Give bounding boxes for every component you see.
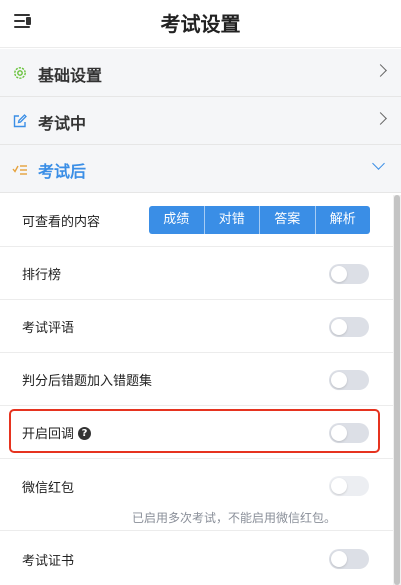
chevron-down-icon: [372, 157, 385, 170]
exam-comment-toggle[interactable]: [329, 317, 369, 337]
toggle-knob: [331, 266, 347, 282]
toggle-knob: [331, 478, 347, 494]
wechat-red-packet-note: 已启用多次考试，不能启用微信红包。: [132, 511, 337, 525]
viewable-content-label: 可查看的内容: [22, 215, 101, 230]
scrollbar[interactable]: [393, 195, 401, 585]
gear-icon: [14, 67, 26, 79]
page-title: 考试设置: [160, 12, 241, 36]
section-label: 基础设置: [38, 66, 103, 85]
section-label: 考试后: [38, 162, 87, 181]
scrollbar-thumb[interactable]: [394, 195, 400, 585]
section-during-exam[interactable]: 考试中: [0, 97, 401, 145]
option-score-button[interactable]: 成绩: [149, 206, 205, 234]
setting-row-wrong-questions: 判分后错题加入错题集: [0, 353, 393, 406]
toggle-knob: [331, 372, 347, 388]
leaderboard-toggle[interactable]: [329, 264, 369, 284]
callback-toggle[interactable]: [329, 423, 369, 443]
setting-label: 考试评语: [22, 321, 75, 336]
setting-row-leaderboard: 排行榜: [0, 247, 393, 300]
question-circle-icon[interactable]: ?: [78, 427, 92, 440]
toggle-knob: [331, 319, 347, 335]
header: 考试设置: [0, 0, 401, 48]
option-answer-button[interactable]: 答案: [260, 206, 316, 234]
wechat-red-packet-toggle[interactable]: [329, 476, 369, 496]
certificate-toggle[interactable]: [329, 549, 369, 569]
setting-row-certificate: 考试证书: [0, 531, 393, 585]
option-analysis-button[interactable]: 解析: [316, 206, 371, 234]
wrong-questions-toggle[interactable]: [329, 370, 369, 390]
toggle-knob: [331, 425, 347, 441]
setting-label: 排行榜: [22, 268, 62, 283]
setting-label: 微信红包: [22, 481, 75, 496]
setting-row-callback: 开启回调?: [0, 406, 393, 459]
viewable-content-row: 可查看的内容 成绩 对错 答案 解析: [0, 194, 393, 247]
setting-row-exam-comment: 考试评语: [0, 300, 393, 353]
setting-label: 开启回调: [22, 427, 75, 442]
toggle-knob: [331, 551, 347, 567]
option-correctness-button[interactable]: 对错: [205, 206, 260, 234]
list-check-icon: [12, 165, 27, 175]
setting-label: 考试证书: [22, 554, 75, 569]
section-basic-settings[interactable]: 基础设置: [0, 49, 401, 97]
setting-label-with-help: 开启回调?: [22, 423, 92, 442]
edit-icon: [13, 114, 27, 128]
chevron-right-icon: [374, 64, 387, 77]
viewable-content-segment: 成绩 对错 答案 解析: [149, 206, 370, 234]
section-after-exam[interactable]: 考试后: [0, 145, 401, 193]
chevron-right-icon: [374, 112, 387, 125]
section-label: 考试中: [38, 114, 87, 133]
setting-label: 判分后错题加入错题集: [22, 374, 153, 389]
